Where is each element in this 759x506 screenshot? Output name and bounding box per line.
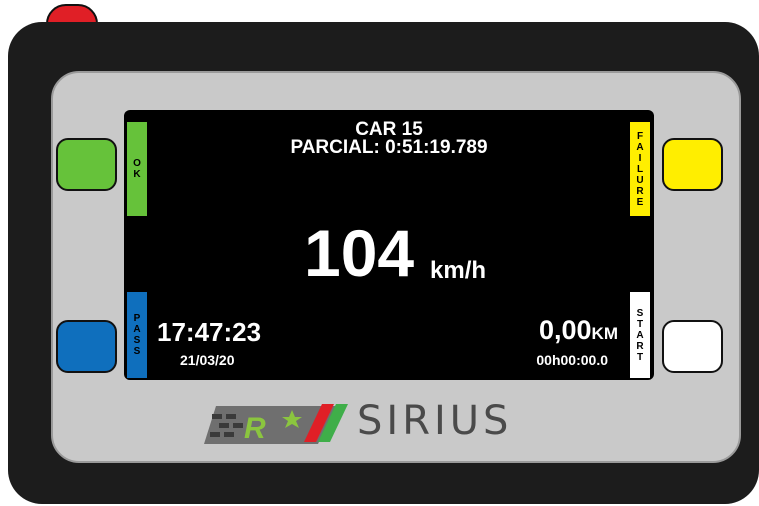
distance-value: 0,00KM [539,315,618,346]
tab-letter: S [636,307,644,319]
tab-letter: T [636,351,644,363]
tab-letter: A [133,324,141,335]
pass-tab: PASS [127,292,147,378]
tab-letter: R [636,185,644,197]
tab-letter: S [133,346,141,357]
tab-letter: S [133,335,141,346]
tab-letter: A [636,329,644,341]
brand-name: SIRIUS [357,398,513,444]
pass-hardware-button[interactable] [56,320,117,373]
partial-time: PARCIAL: 0:51:19.789 [290,137,488,158]
tab-letter: U [636,174,644,186]
distance-unit: KM [591,324,618,343]
elapsed-time: 00h00:00.0 [536,352,608,368]
start-hardware-button[interactable] [662,320,723,373]
speed-value: 104 [304,216,415,290]
failure-hardware-button[interactable] [662,138,723,191]
tab-letter: K [133,169,141,180]
racing-logo-icon: R [204,404,348,445]
tab-letter: R [636,340,644,352]
tab-letter: O [133,158,141,169]
clock-time: 17:47:23 [157,317,262,347]
speed-unit: km/h [430,257,487,284]
tab-letter: T [636,318,644,330]
tab-letter: E [636,196,644,208]
distance-number: 0,00 [538,315,592,345]
tab-letter: L [636,163,644,175]
ok-hardware-button[interactable] [56,138,117,191]
display-screen: OK PASS FAILURE START CAR 15 PARCIAL: 0:… [124,110,654,380]
tab-letter: P [133,313,141,324]
svg-text:R: R [244,412,266,445]
date: 21/03/20 [180,352,235,368]
start-tab: START [630,292,650,378]
